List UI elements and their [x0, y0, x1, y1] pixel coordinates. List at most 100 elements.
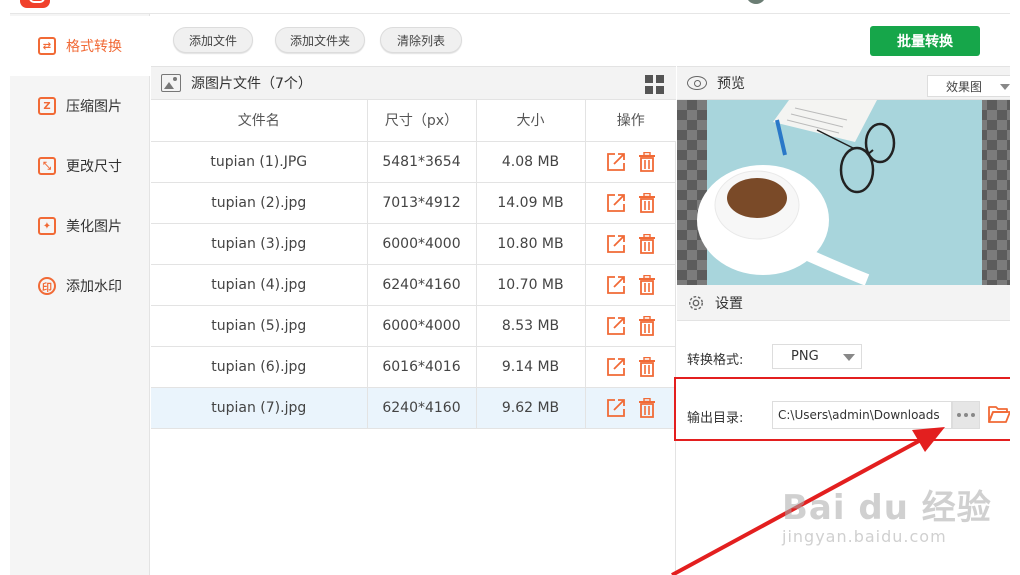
column-header-size: 大小: [476, 100, 586, 142]
trash-icon[interactable]: [638, 356, 656, 377]
file-size-cell: 9.14 MB: [476, 346, 586, 388]
sidebar: ⇄ 格式转换 Z 压缩图片 ⤡ 更改尺寸 ✦ 美化图片 印 添加水印: [10, 14, 150, 575]
preview-image: [677, 100, 1010, 285]
file-name-cell: tupian (4).jpg: [151, 264, 368, 306]
preview-photo: [697, 100, 982, 285]
watermark-icon: 印: [38, 277, 56, 295]
watermark-main-text: Bai du 经验: [782, 488, 992, 528]
sidebar-item-label: 更改尺寸: [66, 159, 122, 175]
file-actions-cell: [585, 346, 676, 388]
format-select[interactable]: PNG: [772, 344, 862, 369]
trash-icon[interactable]: [638, 233, 656, 254]
file-name-cell: tupian (5).jpg: [151, 305, 368, 347]
trash-icon[interactable]: [638, 274, 656, 295]
watermark-sub-text: jingyan.baidu.com: [782, 527, 947, 546]
output-dir-input[interactable]: C:\Users\admin\Downloads: [772, 401, 952, 429]
file-name-cell: tupian (7).jpg: [151, 387, 368, 429]
gear-icon: [688, 295, 704, 310]
table-header-row: 文件名 尺寸（px） 大小 操作: [151, 100, 676, 142]
column-header-dimensions: 尺寸（px）: [367, 100, 477, 142]
sidebar-item-label: 添加水印: [66, 279, 122, 295]
file-size-cell: 8.53 MB: [476, 305, 586, 347]
export-icon[interactable]: [606, 357, 626, 377]
sidebar-item-label: 格式转换: [66, 39, 122, 55]
file-actions-cell: [585, 305, 676, 347]
chevron-down-icon: [1000, 84, 1010, 90]
compress-icon: Z: [38, 97, 56, 115]
trash-icon[interactable]: [638, 397, 656, 418]
batch-convert-button[interactable]: 批量转换: [870, 26, 980, 56]
output-dir-label: 输出目录:: [687, 411, 744, 426]
file-actions-cell: [585, 141, 676, 183]
file-dimensions-cell: 5481*3654: [367, 141, 477, 183]
file-actions-cell: [585, 223, 676, 265]
file-size-cell: 4.08 MB: [476, 141, 586, 183]
baidu-watermark: Bai du 经验 jingyan.baidu.com: [782, 480, 992, 546]
format-convert-icon: ⇄: [38, 37, 56, 55]
table-row[interactable]: tupian (3).jpg 6000*4000 10.80 MB: [151, 223, 676, 265]
export-icon[interactable]: [606, 398, 626, 418]
trash-icon[interactable]: [638, 315, 656, 336]
file-dimensions-cell: 6240*4160: [367, 387, 477, 429]
file-name-cell: tupian (1).JPG: [151, 141, 368, 183]
column-header-filename: 文件名: [151, 100, 368, 142]
preview-mode-select[interactable]: 效果图: [927, 75, 1010, 97]
preview-mode-value: 效果图: [946, 79, 983, 94]
file-size-cell: 10.80 MB: [476, 223, 586, 265]
export-icon[interactable]: [606, 152, 626, 172]
user-avatar[interactable]: [746, 0, 766, 4]
file-dimensions-cell: 6240*4160: [367, 264, 477, 306]
table-row[interactable]: tupian (7).jpg 6240*4160 9.62 MB: [151, 387, 676, 429]
export-icon[interactable]: [606, 275, 626, 295]
sidebar-item-compress[interactable]: Z 压缩图片: [10, 76, 150, 136]
sidebar-item-label: 美化图片: [66, 219, 122, 235]
file-actions-cell: [585, 387, 676, 429]
file-name-cell: tupian (2).jpg: [151, 182, 368, 224]
file-dimensions-cell: 6016*4016: [367, 346, 477, 388]
image-icon: [161, 74, 181, 92]
folder-open-icon[interactable]: [987, 403, 1010, 425]
table-row[interactable]: tupian (4).jpg 6240*4160 10.70 MB: [151, 264, 676, 306]
file-name-cell: tupian (3).jpg: [151, 223, 368, 265]
file-actions-cell: [585, 264, 676, 306]
browse-more-button[interactable]: [952, 401, 980, 429]
table-row[interactable]: tupian (1).JPG 5481*3654 4.08 MB: [151, 141, 676, 183]
preview-title: 预览: [717, 76, 745, 92]
sidebar-item-resize[interactable]: ⤡ 更改尺寸: [10, 136, 150, 196]
file-name-cell: tupian (6).jpg: [151, 346, 368, 388]
file-dimensions-cell: 6000*4000: [367, 223, 477, 265]
add-folder-button[interactable]: 添加文件夹: [275, 27, 365, 53]
sidebar-item-format-convert[interactable]: ⇄ 格式转换: [10, 16, 150, 76]
file-list-panel: 源图片文件（7个） 文件名 尺寸（px） 大小 操作 tupian (1).JP…: [151, 66, 676, 575]
trash-icon[interactable]: [638, 151, 656, 172]
file-size-cell: 14.09 MB: [476, 182, 586, 224]
file-size-cell: 9.62 MB: [476, 387, 586, 429]
settings-header: 设置: [677, 285, 1010, 321]
export-icon[interactable]: [606, 316, 626, 336]
eye-icon: [687, 76, 707, 90]
sidebar-item-label: 压缩图片: [66, 99, 122, 115]
format-value: PNG: [791, 349, 819, 364]
clear-list-button[interactable]: 清除列表: [380, 27, 462, 53]
trash-icon[interactable]: [638, 192, 656, 213]
sidebar-item-beautify[interactable]: ✦ 美化图片: [10, 196, 150, 256]
preview-header: 预览 效果图: [677, 66, 1010, 100]
export-icon[interactable]: [606, 234, 626, 254]
add-file-button[interactable]: 添加文件: [173, 27, 253, 53]
chevron-down-icon: [843, 354, 855, 361]
table-row[interactable]: tupian (6).jpg 6016*4016 9.14 MB: [151, 346, 676, 388]
file-dimensions-cell: 6000*4000: [367, 305, 477, 347]
file-table: 文件名 尺寸（px） 大小 操作 tupian (1).JPG 5481*3654…: [151, 100, 676, 429]
sidebar-item-watermark[interactable]: 印 添加水印: [10, 256, 150, 316]
beautify-icon: ✦: [38, 217, 56, 235]
table-row[interactable]: tupian (5).jpg 6000*4000 8.53 MB: [151, 305, 676, 347]
grid-view-icon[interactable]: [645, 75, 664, 94]
file-dimensions-cell: 7013*4912: [367, 182, 477, 224]
file-list-title: 源图片文件（7个）: [191, 76, 312, 92]
settings-title: 设置: [715, 295, 743, 312]
table-row[interactable]: tupian (2).jpg 7013*4912 14.09 MB: [151, 182, 676, 224]
file-list-header: 源图片文件（7个）: [151, 66, 676, 100]
export-icon[interactable]: [606, 193, 626, 213]
column-header-actions: 操作: [585, 100, 676, 142]
file-size-cell: 10.70 MB: [476, 264, 586, 306]
